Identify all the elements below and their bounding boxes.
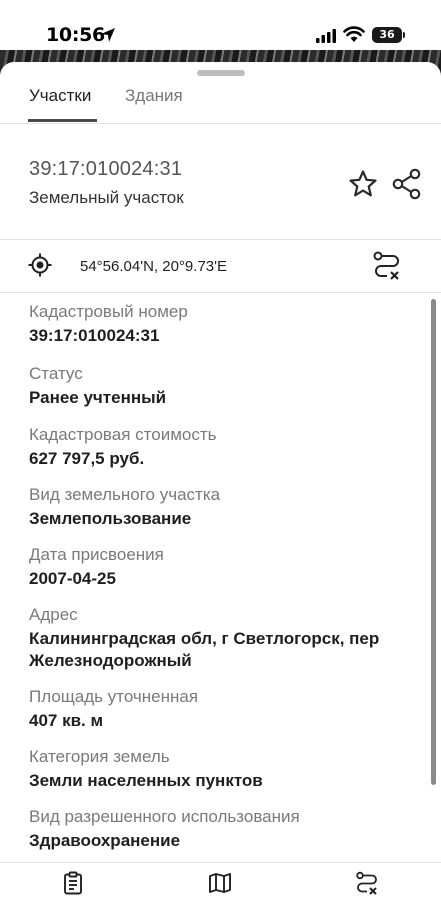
bottom-toolbar <box>0 862 441 900</box>
star-icon[interactable] <box>348 169 378 199</box>
field-value: 39:17:010024:31 <box>29 326 160 345</box>
field-value: Ранее учтенный <box>29 388 167 407</box>
field-cadastral-value: Кадастровая стоимость 627 797,5 руб. <box>29 424 424 470</box>
field-area: Площадь уточненная 407 кв. м <box>29 686 424 732</box>
field-label: Статус <box>29 364 83 383</box>
field-label: Кадастровый номер <box>29 302 188 321</box>
tab-bar: Участки Здания <box>0 62 441 124</box>
parcel-number: 39:17:010024:31 <box>29 158 183 180</box>
field-label: Вид земельного участка <box>29 485 221 504</box>
field-label: Кадастровая стоимость <box>29 425 217 444</box>
map-icon[interactable] <box>208 871 232 895</box>
location-arrow-icon <box>101 28 115 42</box>
status-time: 10:56 <box>46 24 105 46</box>
field-value: 2007-04-25 <box>29 569 116 588</box>
field-value: Здравоохранение <box>29 831 181 850</box>
clipboard-list-icon[interactable] <box>61 871 85 895</box>
field-assignment-date: Дата присвоения 2007-04-25 <box>29 544 424 590</box>
field-label: Категория земель <box>29 747 170 766</box>
parcel-details-list[interactable]: Кадастровый номер 39:17:010024:31 Статус… <box>0 293 441 861</box>
coordinates-row: 54°56.04'N, 20°9.73'E <box>0 240 441 293</box>
field-label: Дата присвоения <box>29 545 164 564</box>
parcel-info-sheet: Участки Здания 39:17:010024:31 Земельный… <box>0 62 441 900</box>
route-clear-icon[interactable] <box>355 871 379 895</box>
field-land-category: Категория земель Земли населенных пункто… <box>29 746 424 792</box>
parcel-type: Земельный участок <box>29 188 184 207</box>
share-icon[interactable] <box>392 168 422 200</box>
field-parcel-kind: Вид земельного участка Землепользование <box>29 484 424 530</box>
battery-indicator: 36 <box>372 27 402 43</box>
route-clear-icon[interactable] <box>372 250 402 282</box>
battery-tip <box>403 32 405 38</box>
field-label: Вид разрешенного использования <box>29 807 300 826</box>
field-value: Землепользование <box>29 509 192 528</box>
field-status: Статус Ранее учтенный <box>29 363 424 409</box>
wifi-icon <box>343 26 365 42</box>
field-label: Адрес <box>29 605 78 624</box>
parcel-header: 39:17:010024:31 Земельный участок <box>0 124 441 240</box>
cellular-signal-icon <box>316 29 336 43</box>
field-value: Земли населенных пунктов <box>29 771 263 790</box>
tab-buildings[interactable]: Здания <box>125 86 183 106</box>
field-value: 627 797,5 руб. <box>29 449 145 468</box>
crosshair-icon[interactable] <box>28 253 52 277</box>
tab-parcels[interactable]: Участки <box>29 86 91 106</box>
field-permitted-use: Вид разрешенного использования Здравоохр… <box>29 806 424 852</box>
field-value: Калининградская обл, г Светлогорск, пер … <box>29 629 380 670</box>
coordinates-text: 54°56.04'N, 20°9.73'E <box>80 258 227 275</box>
tab-active-indicator <box>28 119 97 122</box>
field-address: Адрес Калининградская обл, г Светлогорск… <box>29 604 424 672</box>
scrollbar[interactable] <box>431 299 436 785</box>
field-label: Площадь уточненная <box>29 687 199 706</box>
field-value: 407 кв. м <box>29 711 104 730</box>
field-cadastral-number: Кадастровый номер 39:17:010024:31 <box>29 301 424 347</box>
